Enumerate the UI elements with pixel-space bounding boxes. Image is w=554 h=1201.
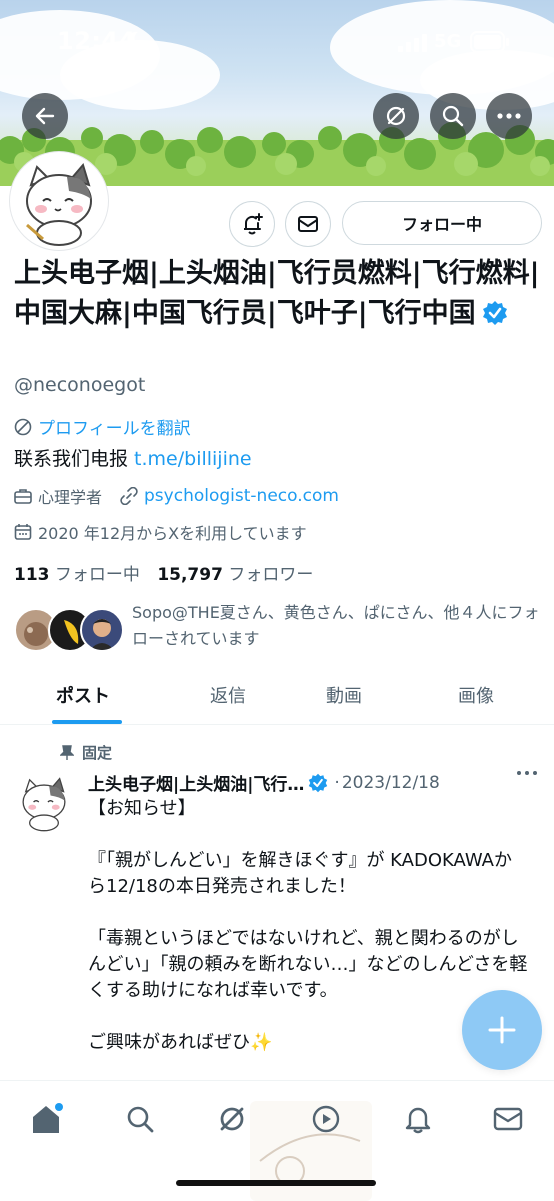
message-button[interactable] — [285, 201, 331, 247]
pinned-label: 固定 — [82, 744, 113, 762]
post-author-avatar[interactable] — [14, 772, 74, 832]
home-indicator — [176, 1180, 376, 1186]
post-date-sep: · — [334, 772, 340, 793]
back-button[interactable] — [22, 93, 68, 139]
tab-videos[interactable]: 動画 — [326, 682, 362, 708]
followed-by-text[interactable]: Sopo@THE夏さん、黄色さん、ぱにさん、他４人にフォローされています — [132, 600, 544, 652]
website-link[interactable]: psychologist-neco.com — [144, 486, 339, 506]
nav-home[interactable] — [26, 1099, 66, 1139]
bell-plus-icon — [244, 213, 263, 235]
post-more-icon[interactable] — [516, 770, 538, 776]
grok-button[interactable] — [373, 93, 419, 139]
display-name-text: 上头电子烟|上头烟油|飞行员燃料|飞行燃料|中国大麻|中国飞行员|飞叶子|飞行中… — [14, 258, 540, 329]
followers-label: フォロワー — [228, 565, 314, 585]
profile-avatar[interactable] — [10, 152, 108, 250]
tab-replies[interactable]: 返信 — [210, 682, 246, 708]
grok-icon — [220, 1107, 244, 1131]
display-name: 上头电子烟|上头烟油|飞行员燃料|飞行燃料|中国大麻|中国飞行员|飞叶子|飞行中… — [14, 254, 540, 334]
status-bar: 12:44 5G — [0, 0, 554, 86]
search-icon — [442, 105, 464, 127]
cat-avatar-image — [14, 772, 74, 832]
more-icon — [497, 113, 521, 119]
signal-icon — [398, 34, 427, 52]
post-header: 上头电子烟|上头烟油|飞行… · 2023/12/18 — [88, 770, 440, 796]
mail-icon — [298, 216, 318, 232]
compose-post-button[interactable] — [462, 990, 542, 1070]
followers-link[interactable]: 15,797 フォロワー — [157, 565, 313, 585]
cat-avatar-image — [13, 155, 105, 247]
grok-icon — [386, 106, 406, 126]
nav-explore[interactable] — [120, 1099, 160, 1139]
person-avatar — [90, 619, 114, 650]
more-options-button[interactable] — [486, 93, 532, 139]
briefcase-icon — [14, 489, 32, 504]
following-link[interactable]: 113 フォロー中 — [14, 565, 140, 585]
nav-messages[interactable] — [488, 1099, 528, 1139]
nav-notifications[interactable] — [398, 1099, 438, 1139]
post-author-name[interactable]: 上头电子烟|上头烟油|飞行… — [88, 770, 304, 795]
plus-icon — [488, 1016, 516, 1044]
battery-icon — [470, 31, 509, 53]
clock: 12:44 — [57, 27, 136, 55]
following-count: 113 — [14, 565, 50, 585]
followers-count: 15,797 — [157, 565, 223, 585]
notify-button[interactable] — [229, 201, 275, 247]
notifications-icon — [405, 1107, 431, 1134]
joined-date-row: 2020 年12月からXを利用しています — [14, 520, 307, 544]
following-label: フォロー中 — [54, 565, 140, 585]
bio-link[interactable]: t.me/billijine — [134, 448, 252, 470]
link-icon — [120, 487, 138, 505]
follower-avatar-3[interactable] — [80, 608, 124, 652]
profession: 心理学者 — [38, 488, 103, 507]
post-date[interactable]: 2023/12/18 — [342, 773, 440, 793]
joined-date: 2020 年12月からXを利用しています — [38, 524, 307, 543]
video-icon — [312, 1105, 340, 1133]
nav-grok[interactable] — [212, 1099, 252, 1139]
pin-icon — [60, 744, 74, 760]
tab-posts[interactable]: ポスト — [56, 682, 110, 708]
profile-meta-row: 心理学者 psychologist-neco.com — [14, 484, 339, 508]
nav-video[interactable] — [306, 1099, 346, 1139]
verified-icon — [309, 773, 328, 792]
translate-icon — [14, 418, 32, 435]
follow-stats: 113 フォロー中 15,797 フォロワー — [14, 560, 313, 585]
post-text: 【お知らせ】 『「親がしんどい」を解きほぐす』が KADOKAWAから12/18… — [88, 798, 528, 1053]
calendar-icon — [14, 524, 32, 540]
verified-icon[interactable] — [482, 300, 508, 326]
pinned-indicator: 固定 — [60, 742, 112, 763]
bio-text: 联系我们电报 — [14, 448, 135, 470]
home-icon — [33, 1103, 63, 1133]
active-tab-indicator — [52, 720, 122, 724]
translate-profile-link[interactable]: プロフィールを翻訳 — [14, 414, 191, 439]
messages-icon — [493, 1107, 523, 1131]
search-button[interactable] — [430, 93, 476, 139]
translate-label[interactable]: プロフィールを翻訳 — [38, 414, 191, 439]
back-arrow-icon — [35, 107, 55, 125]
moon-icon — [127, 31, 142, 48]
following-button[interactable]: フォロー中 — [342, 201, 542, 245]
tab-images[interactable]: 画像 — [458, 682, 494, 708]
profile-tabs: ポスト 返信 動画 画像 — [0, 670, 554, 725]
network-label: 5G — [434, 31, 462, 52]
user-handle: @neconoegot — [14, 374, 146, 396]
bio: 联系我们电报 t.me/billijine — [14, 444, 252, 471]
explore-icon — [127, 1106, 154, 1133]
